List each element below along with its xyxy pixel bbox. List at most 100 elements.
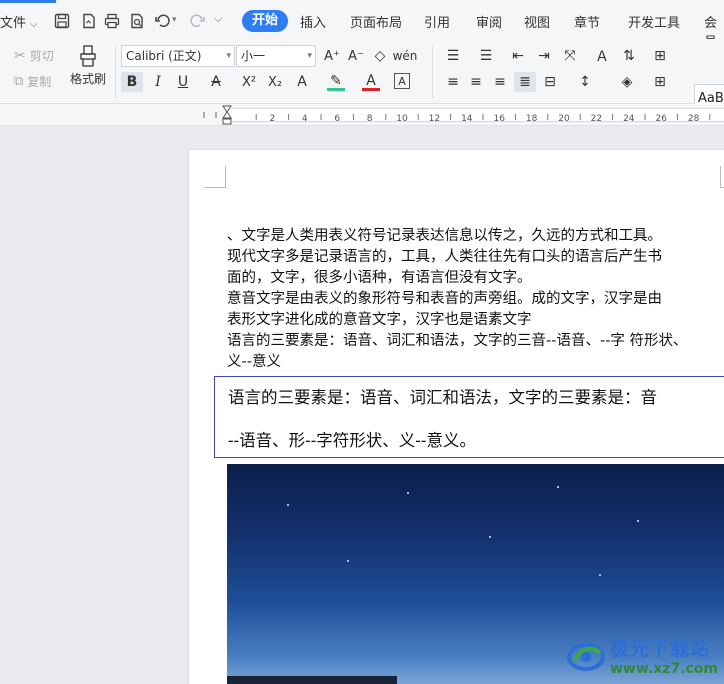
watermark-title: 极光下载站 [610,637,711,660]
borders-icon[interactable]: ⊞ [651,73,669,91]
increase-indent-icon[interactable]: ⇥ [535,47,553,65]
tab-review[interactable]: 审阅 [476,12,502,31]
bullet-list-icon[interactable]: ☰ [444,47,462,65]
text-effects-icon[interactable]: A [293,73,311,91]
watermark-text: 极光下载站 www.xz7.com [610,634,718,677]
underline-icon[interactable]: U [174,73,192,91]
paragraph-line: 义--意义 [227,354,281,370]
show-marks-icon[interactable]: ⊞ [651,47,669,65]
print-icon[interactable] [103,12,121,30]
ruler-label: 10 [396,114,408,124]
ruler-left-ticks [203,112,217,118]
character-border-icon[interactable]: A [394,73,410,89]
cut-label: 剪切 [29,49,54,63]
ruler-track: 2 4 6 8 10 12 14 16 18 20 22 24 26 28 [232,108,724,124]
paragraph-line: 语言的三要素是：语音、词汇和语法，文字的三音--语音、--字 符形状、 [227,333,688,349]
numbered-list-icon[interactable]: ☰ [477,47,495,65]
print-preview-icon[interactable] [128,12,146,30]
scissors-icon: ✂ [14,47,26,64]
cut-button[interactable]: ✂ 剪切 [14,47,54,64]
chevron-down-icon: ▾ [307,51,312,61]
sort-icon[interactable]: ⇅ [620,47,638,65]
tab-page-layout[interactable]: 页面布局 [350,12,402,31]
grow-font-icon[interactable]: A⁺ [323,47,341,65]
tab-references[interactable]: 引用 [424,12,450,31]
font-color-icon[interactable]: A [362,73,380,91]
bold-icon[interactable]: B [121,72,143,92]
ruler-label: 2 [270,114,276,124]
italic-icon[interactable]: I [149,73,167,91]
ribbon-toolbar: ✂ 剪切 ⧉ 复制 格式刷 Calibri (正文) ▾ 小一 ▾ A⁺ A⁻ ◇ wé… [0,40,724,134]
accent-line [0,0,56,3]
align-right-icon[interactable]: ≡ [491,73,509,91]
star [407,492,409,494]
format-painter-button[interactable]: 格式刷 [68,44,108,87]
ruler-label: 16 [493,114,505,124]
copy-icon: ⧉ [14,74,24,89]
line-spacing-icon[interactable]: ↕ [576,73,594,91]
export-pdf-icon[interactable] [80,12,98,30]
divider [115,46,116,98]
ruler-label: 20 [558,114,570,124]
chevron-down-icon: ⌵ [30,19,38,30]
ruler-label: 18 [526,114,538,124]
strikethrough-icon[interactable]: A [207,73,225,91]
phonetic-guide-icon[interactable]: wén [393,47,418,65]
font-name-value: Calibri (正文) [126,49,202,63]
distributed-align-icon[interactable]: ⊟ [541,73,559,91]
ruler-label: 8 [367,114,373,124]
copy-button[interactable]: ⧉ 复制 [14,73,51,90]
font-size-select[interactable]: 小一 ▾ [236,45,316,67]
clear-format-icon[interactable]: ◇ [371,47,389,65]
star [347,560,349,562]
subscript-icon[interactable]: X₂ [266,73,284,91]
undo-icon[interactable] [154,12,172,30]
shrink-font-icon[interactable]: A⁻ [347,47,365,65]
tab-home[interactable]: 开始 [242,10,289,32]
ruler-label: 22 [591,114,602,124]
text-box-line: --语音、形--字符形状、义--意义。 [228,431,476,450]
file-menu[interactable]: 文件 ⌵ [0,12,38,31]
justify-icon[interactable]: ≣ [514,72,536,92]
text-box-line: 语言的三要素是：语音、词汇和语法，文字的三要素是：音 [228,388,657,407]
highlight-icon[interactable]: ✎ [327,73,345,91]
shading-icon[interactable]: ◈ [618,73,636,91]
decrease-indent-icon[interactable]: ⇤ [509,47,527,65]
aurora-logo-icon [566,635,606,675]
ruler-ticks: 2 4 6 8 10 12 14 16 18 20 22 24 26 28 [255,114,711,124]
margin-corner-mark [720,166,724,188]
text-box[interactable]: 语言的三要素是：语音、词汇和语法，文字的三要素是：音 --语音、形--字符形状、… [214,376,724,458]
star [599,574,601,576]
star [489,536,491,538]
text-direction-icon[interactable]: Ａ [593,47,611,65]
site-watermark: 极光下载站 www.xz7.com [566,630,724,680]
margin-corner-mark [204,166,226,188]
horizontal-ruler[interactable]: 2 4 6 8 10 12 14 16 18 20 22 24 26 28 [0,104,724,126]
paragraph-line: 面的，文字，很多小语种，有语言但没有文字。 [227,270,532,286]
ruler-label: 12 [429,114,440,124]
chevron-down-icon[interactable]: ⌵ [214,12,232,30]
city-skyline [227,676,397,684]
align-center-icon[interactable]: ≡ [467,73,485,91]
tab-section[interactable]: 章节 [574,12,600,31]
redo-icon[interactable] [188,12,206,30]
ruler-label: 28 [688,114,700,124]
save-icon[interactable] [53,12,71,30]
star [287,504,289,506]
file-menu-label: 文件 [0,16,27,31]
ruler-label: 26 [655,114,667,124]
chinese-layout-icon[interactable]: ⤧ [561,47,579,65]
ruler-label: 4 [302,114,308,124]
paragraph-line: 现代文字多是记录语言的，工具，人类往往先有口头的语言后产生书 [227,249,662,265]
tab-view[interactable]: 视图 [524,12,550,31]
tab-developer[interactable]: 开发工具 [628,12,680,31]
ruler-label: 14 [461,114,473,124]
font-name-select[interactable]: Calibri (正文) ▾ [121,45,235,67]
copy-label: 复制 [27,75,52,89]
align-left-icon[interactable]: ≡ [444,73,462,91]
tab-insert[interactable]: 插入 [300,12,326,31]
star [637,520,639,522]
paragraph-line: 、文字是人类用表义符号记录表达信息以传之，久远的方式和工具。 [227,228,662,244]
document-body[interactable]: 、文字是人类用表义符号记录表达信息以传之，久远的方式和工具。 现代文字多是记录语… [227,226,724,373]
superscript-icon[interactable]: X² [240,73,258,91]
